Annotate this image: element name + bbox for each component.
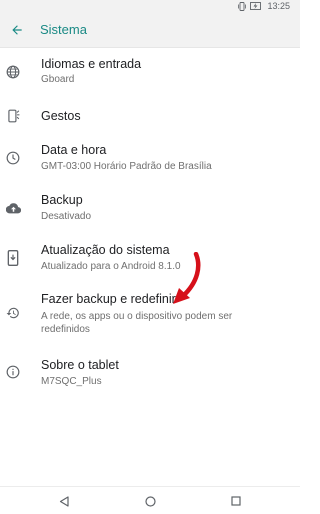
nav-back-icon <box>59 495 69 507</box>
nav-recents-button[interactable] <box>228 493 244 509</box>
settings-item-title: Fazer backup e redefinir <box>41 292 176 306</box>
battery-charging-icon <box>250 1 262 11</box>
system-update-icon <box>5 250 21 266</box>
settings-item-languages[interactable]: Idiomas e entrada Gboard <box>0 48 300 96</box>
clock-icon <box>5 150 21 166</box>
info-icon <box>5 364 21 380</box>
settings-item-gestures[interactable]: Gestos <box>0 96 300 136</box>
navigation-bar <box>0 486 300 514</box>
nav-recents-icon <box>231 496 241 506</box>
status-time: 13:25 <box>267 1 290 11</box>
settings-item-subtitle: Desativado <box>41 211 92 222</box>
settings-item-subtitle: Atualizado para o Android 8.1.0 <box>41 261 181 272</box>
page-title: Sistema <box>40 22 87 37</box>
nav-back-button[interactable] <box>56 493 72 509</box>
gestures-icon <box>5 108 21 124</box>
settings-item-backup[interactable]: Backup Desativado <box>0 186 300 236</box>
settings-item-title: Gestos <box>41 109 81 123</box>
settings-item-title: Idiomas e entrada <box>41 57 142 71</box>
settings-item-date-time[interactable]: Data e hora GMT-03:00 Horário Padrão de … <box>0 136 300 186</box>
status-icons: 13:25 <box>238 0 290 12</box>
settings-item-title: Backup <box>41 193 83 207</box>
nav-home-button[interactable] <box>142 493 158 509</box>
cloud-upload-icon <box>5 200 21 216</box>
settings-item-subtitle: GMT-03:00 Horário Padrão de Brasília <box>41 161 212 172</box>
status-bar: 13:25 <box>0 0 300 12</box>
vibrate-icon <box>238 1 247 11</box>
restore-icon <box>5 305 21 321</box>
settings-item-title: Data e hora <box>41 143 107 157</box>
settings-item-subtitle: A rede, os apps ou o dispositivo podem s… <box>41 311 233 335</box>
globe-icon <box>5 64 21 80</box>
settings-item-subtitle: M7SQC_Plus <box>41 376 102 387</box>
nav-home-icon <box>144 495 156 507</box>
settings-item-about-tablet[interactable]: Sobre o tablet M7SQC_Plus <box>0 350 300 400</box>
settings-item-system-update[interactable]: Atualização do sistema Atualizado para o… <box>0 236 300 286</box>
arrow-back-icon <box>12 25 22 35</box>
settings-item-title: Sobre o tablet <box>41 358 119 372</box>
settings-item-title: Atualização do sistema <box>41 243 170 257</box>
settings-item-backup-reset[interactable]: Fazer backup e redefinir A rede, os apps… <box>0 286 300 350</box>
app-bar: Sistema <box>0 12 300 48</box>
back-button[interactable] <box>6 19 28 41</box>
settings-item-subtitle: Gboard <box>41 74 75 85</box>
